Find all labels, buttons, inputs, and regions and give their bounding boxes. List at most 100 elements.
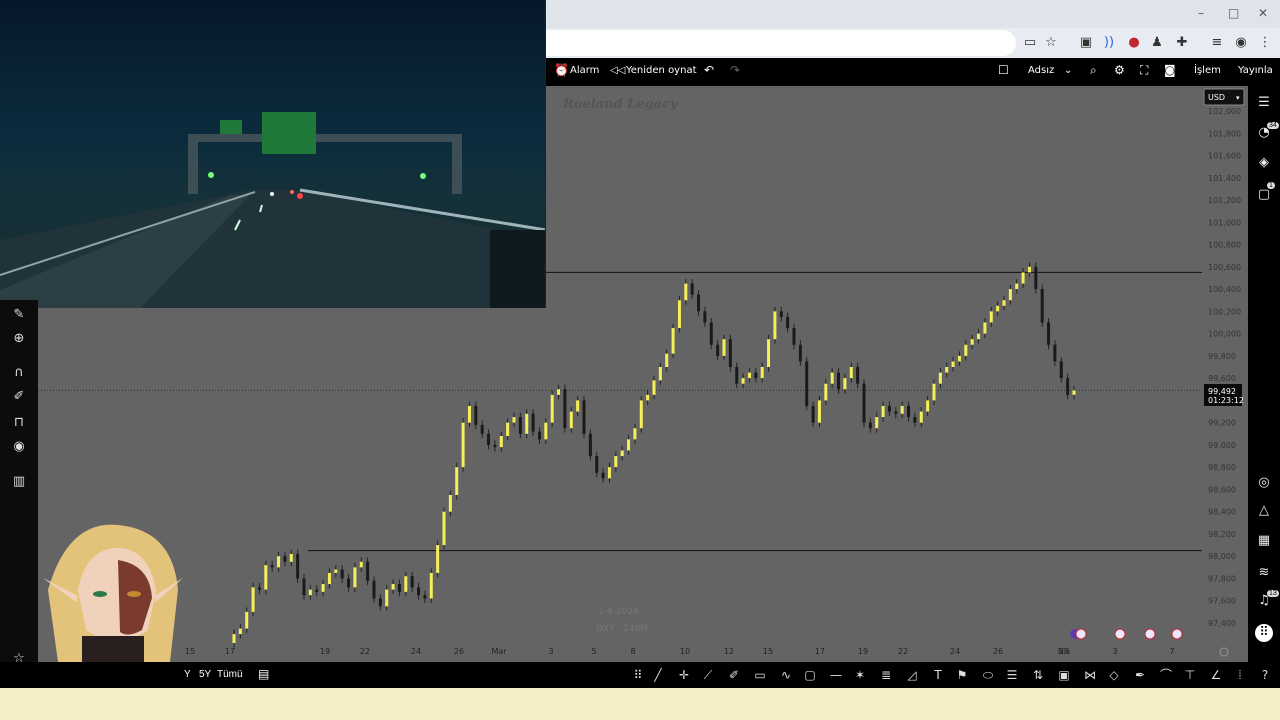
position-icon[interactable]: ⇅ <box>1030 667 1046 683</box>
candle-body <box>760 367 764 379</box>
arc-icon[interactable]: ⌒ <box>1158 667 1174 683</box>
candle-body <box>576 400 580 412</box>
time-tick-label: 22 <box>898 647 908 656</box>
time-tick-label: 15 <box>763 647 773 656</box>
candle-body <box>627 439 631 451</box>
candle-body <box>531 413 535 432</box>
pattern-icon[interactable]: ✶ <box>852 667 868 683</box>
candle-body <box>308 589 312 596</box>
range-5y-button[interactable]: 5Y <box>199 669 211 680</box>
callout-icon[interactable]: ▢ <box>802 667 818 683</box>
triangle-icon[interactable]: △ <box>1255 502 1273 520</box>
candle-body <box>455 467 459 495</box>
candle-body <box>359 561 363 568</box>
video-overlay[interactable] <box>0 0 546 308</box>
time-tick-label: 3 <box>1112 647 1117 656</box>
help-icon[interactable]: ? <box>1257 667 1273 683</box>
rectangle-icon[interactable]: ▭ <box>752 667 768 683</box>
candle-body <box>238 628 242 635</box>
candle-body <box>964 344 968 356</box>
time-tick-label: 19 <box>320 647 330 656</box>
candle-body <box>767 339 771 367</box>
footer-strip <box>0 688 1280 720</box>
price-tick-label: 98,200 <box>1208 530 1236 539</box>
candle-body <box>811 405 815 423</box>
candle-body <box>671 328 675 354</box>
drag-handle-icon[interactable]: ⠿ <box>630 667 646 683</box>
candle-body <box>378 598 382 607</box>
countdown: 01:23:12 <box>1208 396 1244 405</box>
candle-body <box>480 424 484 434</box>
candle-body <box>856 367 860 384</box>
fib-retracement-icon[interactable]: ☰ <box>1004 667 1020 683</box>
settings-gear-icon[interactable] <box>1219 647 1229 657</box>
right-sidebar: ☰ ◔ 34 ◈ ▢ 1 ◎ △ ▦ ≋ ♫ 13 ⠿ <box>1248 86 1280 662</box>
candle-body <box>977 333 981 340</box>
trash-icon[interactable]: ▥ <box>10 473 28 491</box>
candle-body <box>270 565 274 568</box>
candle-body <box>347 578 351 588</box>
brush-icon[interactable]: ✐ <box>726 667 742 683</box>
time-tick-label: 5 <box>591 647 596 656</box>
calendar-icon[interactable]: ▦ <box>1255 532 1273 550</box>
candle-body <box>1034 266 1038 290</box>
apps-grid-icon[interactable]: ⠿ <box>1255 624 1273 642</box>
time-tick-label: 26 <box>454 647 464 656</box>
candle-body <box>366 561 370 581</box>
ruler-icon[interactable]: ✎ <box>10 306 28 324</box>
candle-body <box>512 417 516 423</box>
watchlist-icon[interactable]: ☰ <box>1255 94 1273 112</box>
parallel-channel-icon[interactable]: ≣ <box>878 667 894 683</box>
candle-body <box>843 378 847 390</box>
broadcast-icon[interactable]: ≋ <box>1255 564 1273 582</box>
candle-body <box>391 584 395 590</box>
price-tick-label: 97,800 <box>1208 574 1236 583</box>
candle-body <box>862 383 866 423</box>
date-range-icon[interactable]: ▤ <box>258 667 269 681</box>
vertical-line-icon[interactable]: ⊤ <box>1182 667 1198 683</box>
path-icon[interactable]: ∿ <box>778 667 794 683</box>
currency-label: USD <box>1208 93 1225 102</box>
trendline-icon[interactable]: ╱ <box>650 667 666 683</box>
angle-icon[interactable]: ∠ <box>1208 667 1224 683</box>
candle-body <box>334 569 338 573</box>
ellipse-icon[interactable]: ⬭ <box>980 667 996 683</box>
text-icon[interactable]: T <box>930 667 946 683</box>
target-icon[interactable]: ◎ <box>1255 474 1273 492</box>
candle-body <box>493 444 497 448</box>
lock-icon[interactable]: ⊓ <box>10 414 28 432</box>
lock-drawing-icon[interactable]: ✐ <box>10 388 28 406</box>
candle-body <box>544 422 548 440</box>
highway-night-scene <box>0 112 545 308</box>
us-flag-icon <box>1114 628 1126 640</box>
triangle-tool-icon[interactable]: ◿ <box>904 667 920 683</box>
crosshair-icon[interactable]: ✛ <box>676 667 692 683</box>
candle-body <box>607 467 611 479</box>
more-tools-icon[interactable]: ⦙ <box>1232 667 1248 683</box>
candle-body <box>582 400 586 434</box>
zoom-icon[interactable]: ⊕ <box>10 330 28 348</box>
fib-icon[interactable]: ⟋ <box>700 667 716 683</box>
candle-body <box>518 417 522 434</box>
range-all-button[interactable]: Tümü <box>217 669 243 680</box>
image-icon[interactable]: ▣ <box>1056 667 1072 683</box>
candle-body <box>251 587 255 612</box>
price-tick-label: 100,000 <box>1208 330 1241 339</box>
candle-body <box>1002 300 1006 306</box>
candle-body <box>372 580 376 599</box>
eye-icon[interactable]: ◉ <box>10 438 28 456</box>
candle-body <box>798 344 802 362</box>
eraser-icon[interactable]: ◇ <box>1106 667 1122 683</box>
left-toolbar: ✎ ⊕ ∩ ✐ ⊓ ◉ ▥ ☆ <box>0 300 38 666</box>
candle-body <box>563 389 567 429</box>
horizontal-line-icon[interactable]: — <box>828 667 844 683</box>
layers-icon[interactable]: ◈ <box>1255 154 1273 172</box>
pen-icon[interactable]: ✒ <box>1132 667 1148 683</box>
flag-icon[interactable]: ⚑ <box>954 667 970 683</box>
magnet-icon[interactable]: ∩ <box>10 364 28 382</box>
candle-body <box>932 383 936 401</box>
candle-body <box>786 316 790 329</box>
candle-body <box>957 355 961 362</box>
candle-body <box>684 283 688 301</box>
xabcd-icon[interactable]: ⋈ <box>1082 667 1098 683</box>
